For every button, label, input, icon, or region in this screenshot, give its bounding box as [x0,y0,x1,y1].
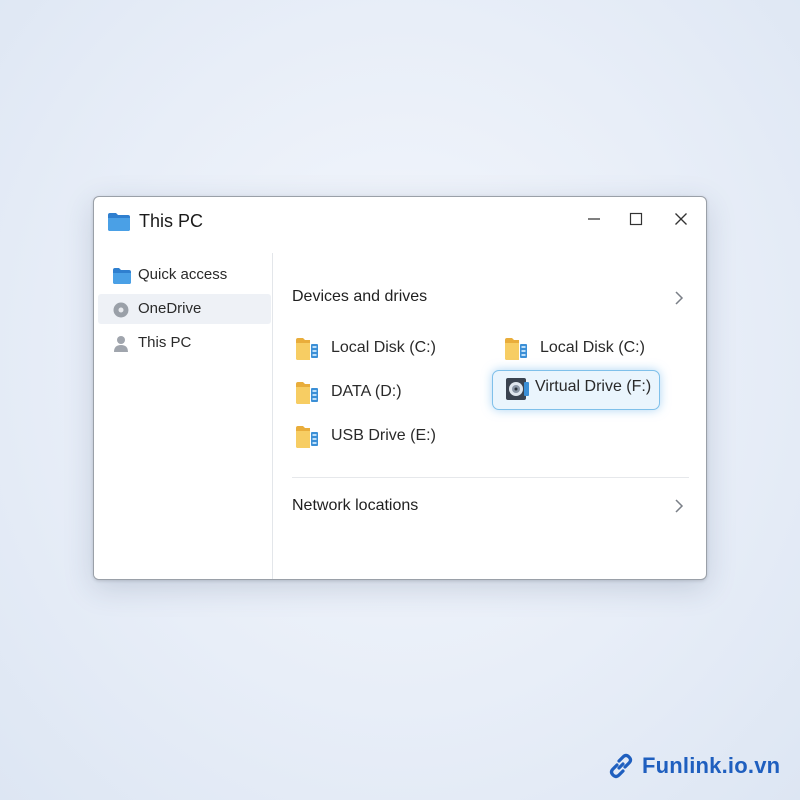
drive-label: USB Drive (E:) [331,427,436,444]
folder-icon [107,212,131,232]
section-divider [292,477,689,478]
network-section-title[interactable]: Network locations [292,497,418,515]
minimize-button[interactable] [577,205,611,233]
chevron-right-icon[interactable] [673,498,685,514]
sidebar-item-label: This PC [138,334,192,351]
sidebar-item-onedrive[interactable]: OneDrive [98,294,271,324]
minimize-icon [587,212,601,226]
drive-item-local-disk-c[interactable]: Local Disk (C:) [294,332,464,368]
chevron-right-icon[interactable] [673,290,685,306]
drive-label: Virtual Drive (F:) [535,378,652,395]
drive-item-virtual-f[interactable]: Virtual Drive (F:) [492,370,660,410]
person-icon [112,335,132,353]
title-bar[interactable]: This PC [94,197,706,253]
drive-label: Local Disk (C:) [331,339,436,356]
drive-label: Local Disk (C:) [540,339,645,356]
sidebar-item-label: OneDrive [138,300,202,317]
drive-folder-icon [503,336,529,362]
link-icon [606,751,636,781]
maximize-button[interactable] [619,205,653,233]
sidebar-item-label: Quick access [138,266,228,283]
drive-item-data-d[interactable]: DATA (D:) [294,376,464,412]
file-explorer-window: This PC Quick access OneDrive This PC De… [93,196,707,580]
drive-item-local-disk-c-2[interactable]: Local Disk (C:) [503,332,673,368]
disc-drive-icon [505,376,531,402]
window-title: This PC [139,211,204,231]
close-button[interactable] [664,205,698,233]
drive-label: DATA (D:) [331,383,402,400]
maximize-icon [629,212,643,226]
drive-folder-icon [294,336,320,362]
content-pane: Devices and drives Local Disk (C:) DATA … [273,253,706,579]
drive-folder-icon [294,424,320,450]
close-icon [674,212,688,226]
drive-folder-icon [294,380,320,406]
watermark: Funlink.io.vn [606,750,780,782]
cloud-disc-icon [112,301,132,319]
navigation-pane: Quick access OneDrive This PC [94,253,273,579]
devices-section-title[interactable]: Devices and drives [292,288,427,306]
folder-icon [112,267,132,285]
sidebar-item-quick-access[interactable]: Quick access [98,260,271,290]
sidebar-item-this-pc[interactable]: This PC [98,328,271,358]
watermark-text: Funlink.io.vn [642,753,781,778]
drive-item-usb-e[interactable]: USB Drive (E:) [294,420,464,456]
